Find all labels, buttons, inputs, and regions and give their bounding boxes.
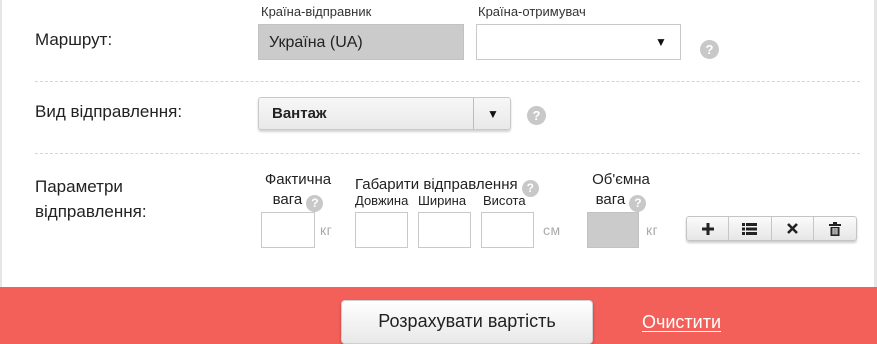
sender-country-value: Україна (UA) bbox=[269, 34, 363, 51]
list-icon bbox=[742, 222, 758, 235]
receiver-country-label: Країна-отримувач bbox=[478, 4, 586, 19]
clear-link[interactable]: Очистити bbox=[642, 312, 721, 333]
shipment-type-label: Вид відправлення: bbox=[35, 102, 183, 121]
volume-weight-field bbox=[587, 212, 639, 248]
params-label-line2: відправлення: bbox=[35, 201, 147, 221]
length-input[interactable] bbox=[355, 212, 408, 248]
help-icon[interactable]: ? bbox=[700, 40, 719, 59]
length-label: Довжина bbox=[355, 193, 409, 208]
params-label-line1: Параметри bbox=[35, 177, 123, 196]
actual-weight-label-line2: вага ? bbox=[258, 190, 338, 212]
width-label: Ширина bbox=[418, 193, 467, 208]
volume-weight-label: Об'ємна вага ? bbox=[583, 170, 659, 212]
sender-country-label: Країна-відправник bbox=[261, 4, 372, 19]
help-icon[interactable]: ? bbox=[629, 194, 647, 212]
shipment-type-select[interactable]: Вантаж ▼ bbox=[258, 97, 511, 130]
volume-weight-label-line1: Об'ємна bbox=[592, 171, 650, 188]
actual-weight-label: Фактична вага ? bbox=[258, 170, 338, 212]
height-label: Висота bbox=[483, 193, 526, 208]
actual-weight-input[interactable] bbox=[261, 212, 315, 248]
volume-unit: кг bbox=[646, 222, 659, 238]
chevron-down-icon: ▼ bbox=[487, 107, 499, 121]
parcel-toolbar bbox=[686, 216, 857, 241]
chevron-down-icon: ▼ bbox=[655, 35, 667, 49]
divider bbox=[35, 153, 860, 154]
actual-weight-label-line1: Фактична bbox=[264, 171, 332, 188]
trash-icon bbox=[828, 221, 841, 236]
width-input[interactable] bbox=[418, 212, 471, 248]
height-input[interactable] bbox=[481, 212, 534, 248]
remove-parcel-button[interactable] bbox=[772, 217, 814, 240]
receiver-country-select[interactable]: ▼ bbox=[476, 24, 681, 60]
left-border bbox=[0, 0, 2, 287]
calculate-button[interactable]: Розрахувати вартість bbox=[341, 300, 593, 344]
help-icon[interactable]: ? bbox=[527, 106, 546, 125]
help-icon[interactable]: ? bbox=[306, 194, 324, 212]
plus-icon bbox=[701, 222, 714, 235]
params-label: Параметри відправлення: bbox=[35, 175, 147, 224]
shipment-type-value: Вантаж bbox=[272, 105, 327, 122]
close-icon bbox=[786, 223, 798, 234]
volume-weight-label-line2: вага ? bbox=[583, 190, 659, 212]
list-parcels-button[interactable] bbox=[729, 217, 772, 240]
weight-unit: кг bbox=[320, 222, 333, 238]
route-label: Маршрут: bbox=[35, 30, 113, 49]
delete-all-button[interactable] bbox=[814, 217, 856, 240]
select-separator bbox=[473, 98, 474, 129]
dimensions-unit: см bbox=[543, 222, 561, 238]
sender-country-field: Україна (UA) bbox=[258, 24, 464, 60]
divider bbox=[35, 81, 860, 82]
add-parcel-button[interactable] bbox=[687, 217, 730, 240]
